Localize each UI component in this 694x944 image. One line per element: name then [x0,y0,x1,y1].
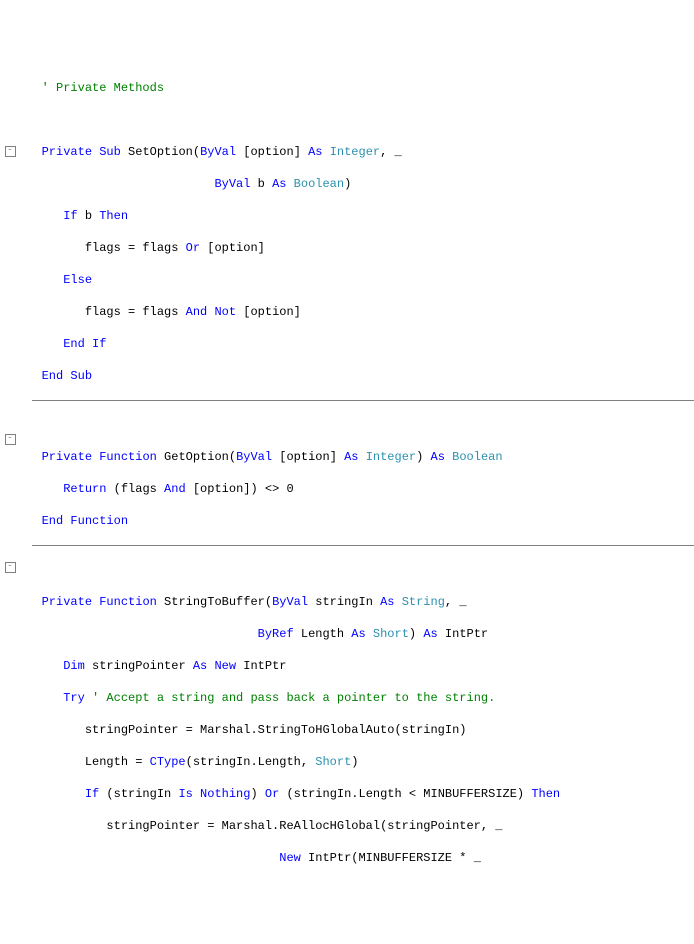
code-editor: - - - - ' Private Methods Private Sub Se… [0,64,694,864]
code-area[interactable]: ' Private Methods Private Sub SetOption(… [20,64,694,864]
gutter: - - - - [0,64,20,864]
fold-icon[interactable]: - [5,434,16,445]
fold-icon[interactable]: - [5,562,16,573]
comment: ' Private Methods [42,81,164,95]
separator [32,545,694,546]
fold-icon[interactable]: - [5,146,16,157]
separator [32,400,694,401]
